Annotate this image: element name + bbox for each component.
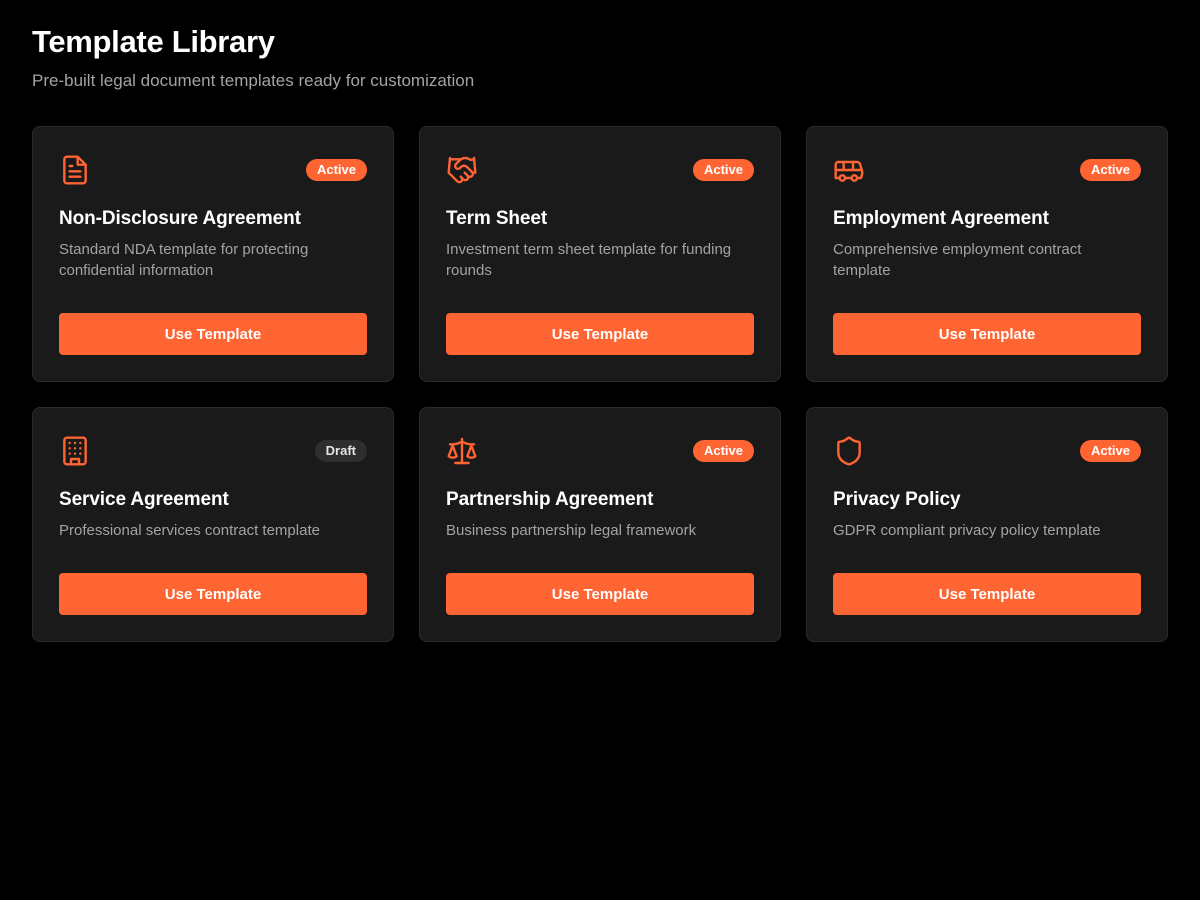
card-description: GDPR compliant privacy policy template — [833, 522, 1101, 539]
template-card-nda: Active Non-Disclosure Agreement Standard… — [32, 126, 394, 382]
card-title: Term Sheet — [446, 208, 548, 229]
card-header: Active — [833, 153, 1141, 187]
handshake-icon — [446, 153, 480, 187]
card-description: Professional services contract template — [59, 522, 320, 539]
use-template-button[interactable]: Use Template — [446, 573, 754, 615]
card-description: Standard NDA template for protecting con… — [59, 241, 309, 279]
shield-icon — [833, 434, 867, 468]
template-library-page: Template Library Pre-built legal documen… — [0, 0, 1200, 900]
use-template-button[interactable]: Use Template — [59, 313, 367, 355]
card-header: Active — [446, 434, 754, 468]
card-description: Business partnership legal framework — [446, 522, 697, 539]
use-template-button[interactable]: Use Template — [59, 573, 367, 615]
card-title: Service Agreement — [59, 489, 229, 510]
template-grid: Active Non-Disclosure Agreement Standard… — [32, 126, 1168, 642]
use-template-button[interactable]: Use Template — [833, 573, 1141, 615]
status-badge: Active — [1079, 159, 1141, 181]
template-card-term-sheet: Active Term Sheet Investment term sheet … — [419, 126, 781, 382]
template-card-employment: Active Employment Agreement Comprehensiv… — [806, 126, 1168, 382]
scale-icon — [446, 434, 480, 468]
bus-icon — [833, 153, 867, 187]
card-description: Investment term sheet template for fundi… — [446, 241, 732, 279]
document-icon — [59, 153, 93, 187]
card-title: Non-Disclosure Agreement — [59, 208, 301, 229]
card-header: Active — [446, 153, 754, 187]
use-template-button[interactable]: Use Template — [833, 313, 1141, 355]
status-badge: Active — [305, 159, 367, 181]
card-title: Privacy Policy — [833, 489, 961, 510]
status-badge: Active — [692, 440, 754, 462]
template-card-privacy: Active Privacy Policy GDPR compliant pri… — [806, 407, 1168, 642]
page-subtitle: Pre-built legal document templates ready… — [32, 71, 475, 90]
status-badge: Active — [692, 159, 754, 181]
status-badge: Active — [1079, 440, 1141, 462]
template-card-service: Draft Service Agreement Professional ser… — [32, 407, 394, 642]
card-header: Draft — [59, 434, 367, 468]
card-description: Comprehensive employment contract templa… — [833, 241, 1082, 279]
building-icon — [59, 434, 93, 468]
page-title: Template Library — [32, 24, 275, 59]
card-title: Partnership Agreement — [446, 489, 654, 510]
use-template-button[interactable]: Use Template — [446, 313, 754, 355]
card-header: Active — [833, 434, 1141, 468]
card-title: Employment Agreement — [833, 208, 1049, 229]
card-header: Active — [59, 153, 367, 187]
status-badge: Draft — [314, 440, 367, 462]
template-card-partnership: Active Partnership Agreement Business pa… — [419, 407, 781, 642]
